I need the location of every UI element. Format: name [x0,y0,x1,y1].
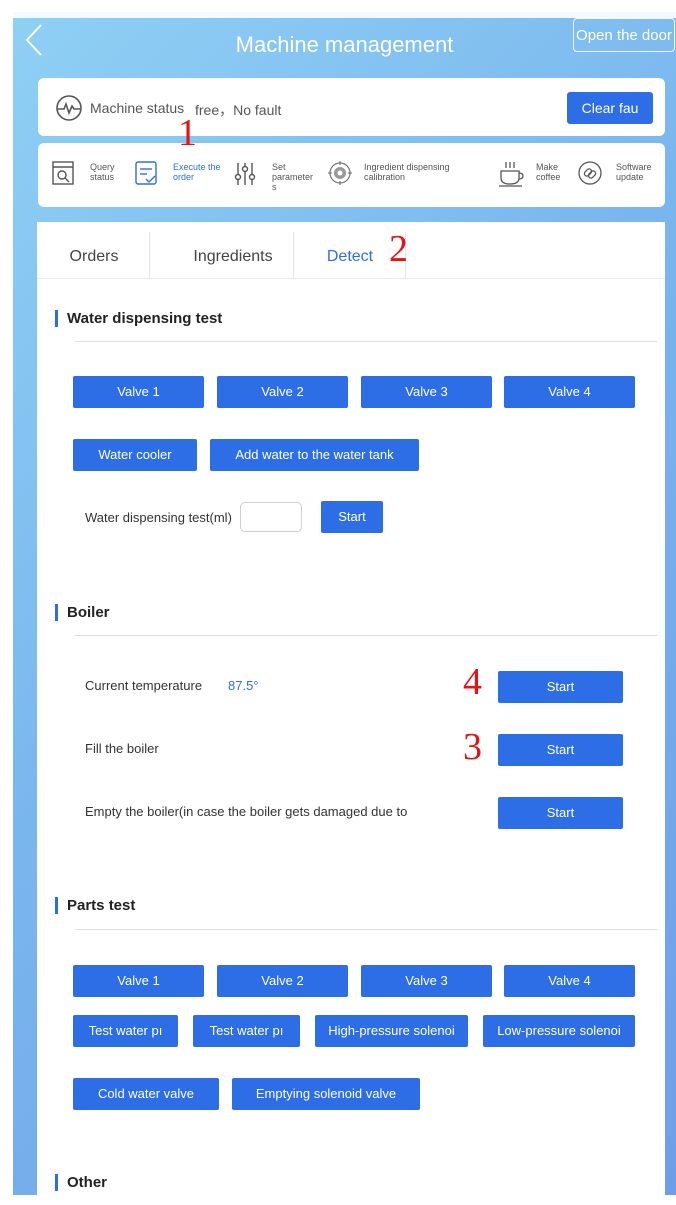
nav-set-parameters[interactable]: Set parameter s [234,159,324,193]
tab-detect[interactable]: Detect [307,222,393,278]
section-marker [55,1174,58,1191]
tab-separator [149,232,150,278]
function-nav: Query status Execute the order Set param… [38,143,665,207]
boiler-title: Boiler [55,604,110,621]
water-ml-label: Water dispensing test(ml) [85,510,232,525]
tab-orders[interactable]: Orders [51,222,137,278]
nav-make-coffee-label: Make coffee [536,162,561,182]
tab-separator [293,232,294,278]
section-marker [55,604,58,621]
empty-boiler-label: Empty the boiler(in case the boiler gets… [85,804,408,819]
add-water-button[interactable]: Add water to the water tank [210,439,419,471]
fill-boiler-start-button[interactable]: Start [498,734,623,766]
nav-query-status[interactable]: Query status [52,159,142,193]
nav-set-parameters-label: Set parameter s [272,162,314,192]
current-temperature-label: Current temperature [85,678,203,693]
divider [75,929,657,930]
water-valve-4-button[interactable]: Valve 4 [504,376,635,408]
other-title: Other [55,1174,108,1191]
empty-boiler-start-button[interactable]: Start [498,797,623,829]
section-marker [55,310,58,327]
nav-execute-order[interactable]: Execute the order [135,159,225,193]
order-icon [135,161,157,185]
nav-execute-order-label: Execute the order [173,162,221,182]
water-valve-1-button[interactable]: Valve 1 [73,376,204,408]
current-temperature-value: 87.5° [228,678,259,693]
target-icon [328,161,352,185]
cold-water-valve-button[interactable]: Cold water valve [73,1078,219,1110]
divider [75,635,657,636]
water-valve-2-button[interactable]: Valve 2 [217,376,348,408]
coffee-cup-icon [499,162,524,187]
test-water-pump-1-button[interactable]: Test water pı [73,1015,178,1047]
parts-valve-1-button[interactable]: Valve 1 [73,965,204,997]
tab-bar: Orders Ingredients Detect [37,222,665,279]
temperature-start-button[interactable]: Start [498,671,623,703]
annotation-3: 3 [463,726,482,768]
nav-ingredient-calibration-label: Ingredient dispensing calibration [364,162,450,182]
query-status-icon [52,161,74,185]
app-screen: Machine management Open the door Machine… [13,12,676,1195]
water-test-start-button[interactable]: Start [321,501,383,533]
nav-ingredient-calibration[interactable]: Ingredient dispensing calibration [328,159,468,193]
parts-test-title-text: Parts test [67,897,136,914]
fill-boiler-label: Fill the boiler [85,741,159,756]
heartbeat-icon [56,95,82,121]
emptying-solenoid-valve-button[interactable]: Emptying solenoid valve [232,1078,420,1110]
machine-status-label: Machine status [90,100,185,116]
section-marker [55,897,58,914]
high-pressure-solenoid-button[interactable]: High-pressure solenoi [315,1015,468,1047]
parts-valve-3-button[interactable]: Valve 3 [361,965,492,997]
nav-query-status-label: Query status [90,162,115,182]
water-test-title: Water dispensing test [55,310,223,327]
nav-software-update[interactable]: Software update [578,159,663,193]
boiler-title-text: Boiler [67,604,110,621]
water-ml-input[interactable] [240,502,302,532]
divider [75,341,657,342]
clear-fault-button[interactable]: Clear fau [567,92,653,124]
water-cooler-button[interactable]: Water cooler [73,439,197,471]
water-test-title-text: Water dispensing test [67,310,223,327]
low-pressure-solenoid-button[interactable]: Low-pressure solenoi [483,1015,635,1047]
parts-valve-4-button[interactable]: Valve 4 [504,965,635,997]
test-water-pump-2-button[interactable]: Test water pı [193,1015,300,1047]
machine-status-card: Machine status free，No fault Clear fau [38,78,665,136]
nav-make-coffee[interactable]: Make coffee [498,159,578,193]
sliders-icon [234,163,256,185]
water-valve-3-button[interactable]: Valve 3 [361,376,492,408]
other-title-text: Other [67,1174,108,1191]
detect-panel: Orders Ingredients Detect 2 Water dispen… [37,222,665,1195]
annotation-1: 1 [178,112,197,154]
annotation-2: 2 [389,228,408,270]
annotation-4: 4 [463,661,482,703]
machine-status-value: free，No fault [195,102,282,118]
link-icon [578,161,602,185]
open-door-button[interactable]: Open the door [573,18,675,52]
tab-ingredients[interactable]: Ingredients [163,222,303,278]
parts-valve-2-button[interactable]: Valve 2 [217,965,348,997]
nav-software-update-label: Software update [616,162,652,182]
parts-test-title: Parts test [55,897,136,914]
